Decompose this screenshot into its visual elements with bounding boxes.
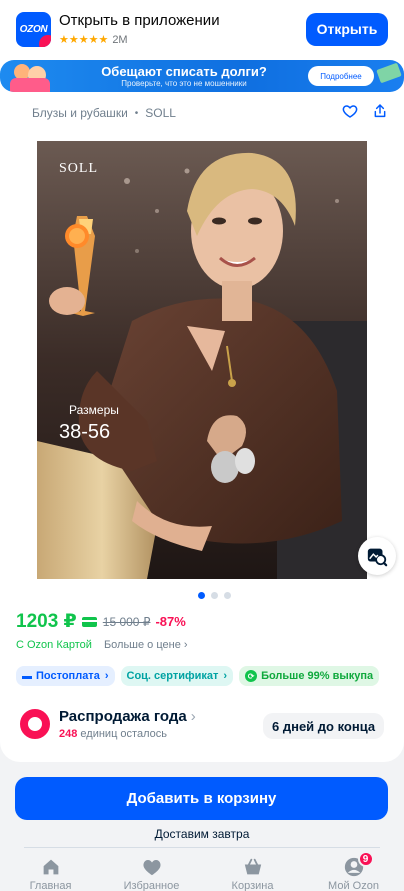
promo-title: Обещают списать долги?	[101, 63, 267, 79]
tab-label: Корзина	[231, 880, 274, 891]
days-left-badge: 6 дней до конца	[263, 713, 385, 739]
photo-sizes-value: 38-56	[59, 421, 111, 443]
money-illustration	[376, 62, 402, 84]
breadcrumb-category[interactable]: Блузы и рубашки	[32, 106, 128, 120]
wallet-icon: ▬	[22, 670, 32, 682]
photo-brand-logo: SOLL	[59, 161, 98, 176]
breadcrumb: Блузы и рубашки • SOLL	[32, 106, 176, 120]
breadcrumb-separator: •	[134, 107, 139, 119]
delivery-info: Доставим завтра	[154, 827, 250, 841]
bottom-tab-bar: Главная Избранное Корзина 9 Мой Ozon	[0, 850, 404, 891]
photo-carousel-dots	[198, 592, 231, 599]
tab-label: Мой Ozon	[328, 880, 379, 891]
sale-text: Распродажа года › 248 единиц осталось	[59, 708, 196, 740]
carousel-dot[interactable]	[224, 592, 231, 599]
product-actions	[342, 103, 388, 119]
sale-ring-icon	[20, 709, 50, 739]
product-photo[interactable]: SOLL Размеры 38-56	[37, 141, 367, 579]
favorite-heart-icon[interactable]	[342, 103, 358, 119]
old-price: 15 000 ₽	[102, 614, 151, 629]
breadcrumb-brand[interactable]: SOLL	[145, 106, 176, 120]
tab-label: Избранное	[123, 880, 180, 891]
tag-social-certificate[interactable]: Соц. сертификат ›	[120, 666, 234, 686]
notification-badge: 9	[357, 851, 374, 867]
current-price: 1203 ₽	[16, 611, 77, 632]
chevron-right-icon: ›	[190, 708, 196, 725]
app-info: Открыть в приложении ★★★★★ 2M	[59, 12, 306, 46]
carousel-dot[interactable]	[211, 592, 218, 599]
app-rating: ★★★★★ 2M	[59, 33, 306, 47]
sale-title: Распродажа года ›	[59, 708, 196, 725]
price-details: С Ozon Картой Больше о цене ›	[16, 639, 188, 651]
app-banner-title: Открыть в приложении	[59, 12, 220, 29]
promo-text: Обещают списать долги? Проверьте, что эт…	[60, 64, 308, 89]
chevron-right-icon: ›	[223, 670, 228, 682]
more-about-price-link[interactable]: Больше о цене ›	[104, 639, 188, 651]
tag-buyout-rate[interactable]: ⟳ Больше 99% выкупа	[239, 666, 380, 686]
tab-home[interactable]: Главная	[0, 850, 101, 891]
ozon-logo-icon: OZON	[16, 11, 51, 47]
promo-banner[interactable]: Обещают списать долги? Проверьте, что эт…	[0, 60, 404, 92]
heart-icon	[142, 860, 161, 876]
tab-favorites[interactable]: Избранное	[101, 850, 202, 891]
tab-label: Главная	[29, 880, 72, 891]
stock-label: единиц осталось	[77, 728, 167, 740]
carousel-dot[interactable]	[198, 592, 205, 599]
ozon-card-label: С Ozon Картой	[16, 639, 92, 651]
open-in-app-button[interactable]: Открыть	[306, 12, 388, 46]
divider	[24, 847, 380, 848]
photo-sizes-label: Размеры	[69, 403, 119, 417]
tag-label: Больше 99% выкупа	[261, 670, 374, 682]
add-to-cart-button[interactable]: Добавить в корзину	[15, 777, 388, 820]
image-search-icon	[367, 548, 388, 567]
tag-label: Соц. сертификат	[126, 670, 219, 682]
basket-icon	[244, 858, 261, 875]
refresh-icon: ⟳	[245, 670, 258, 682]
product-tags: ▬ Постоплата › Соц. сертификат › ⟳ Больш…	[16, 666, 380, 686]
app-install-banner: OZON Открыть в приложении ★★★★★ 2M Откры…	[0, 0, 404, 58]
tab-cart[interactable]: Корзина	[202, 850, 303, 891]
search-by-photo-button[interactable]	[358, 537, 396, 575]
sale-block[interactable]: Распродажа года › 248 единиц осталось	[20, 708, 196, 740]
home-icon	[43, 859, 58, 875]
promo-people-illustration	[0, 60, 60, 92]
tab-my-ozon[interactable]: 9 Мой Ozon	[303, 850, 404, 891]
star-rating-icon: ★★★★★	[59, 34, 109, 46]
price-row: 1203 ₽ 15 000 ₽ -87%	[16, 610, 186, 633]
bank-card-icon	[81, 616, 97, 627]
promo-subtitle: Проверьте, что это не мошенники	[121, 78, 247, 88]
share-icon[interactable]	[372, 103, 388, 119]
download-count: 2M	[112, 33, 128, 46]
product-card: Блузы и рубашки • SOLL SOLL Размеры 38-5…	[0, 94, 404, 762]
discount-badge: -87%	[155, 614, 186, 629]
tag-label: Постоплата	[36, 670, 100, 682]
promo-details-button[interactable]: Подробнее	[308, 66, 374, 86]
sale-stock: 248 единиц осталось	[59, 728, 196, 740]
tag-postpay[interactable]: ▬ Постоплата ›	[16, 666, 115, 686]
chevron-right-icon: ›	[104, 670, 109, 682]
stock-count: 248	[59, 728, 78, 740]
product-photo-illustration	[37, 141, 367, 579]
promo-banner-wrapper: Обещают списать долги? Проверьте, что эт…	[0, 58, 404, 94]
